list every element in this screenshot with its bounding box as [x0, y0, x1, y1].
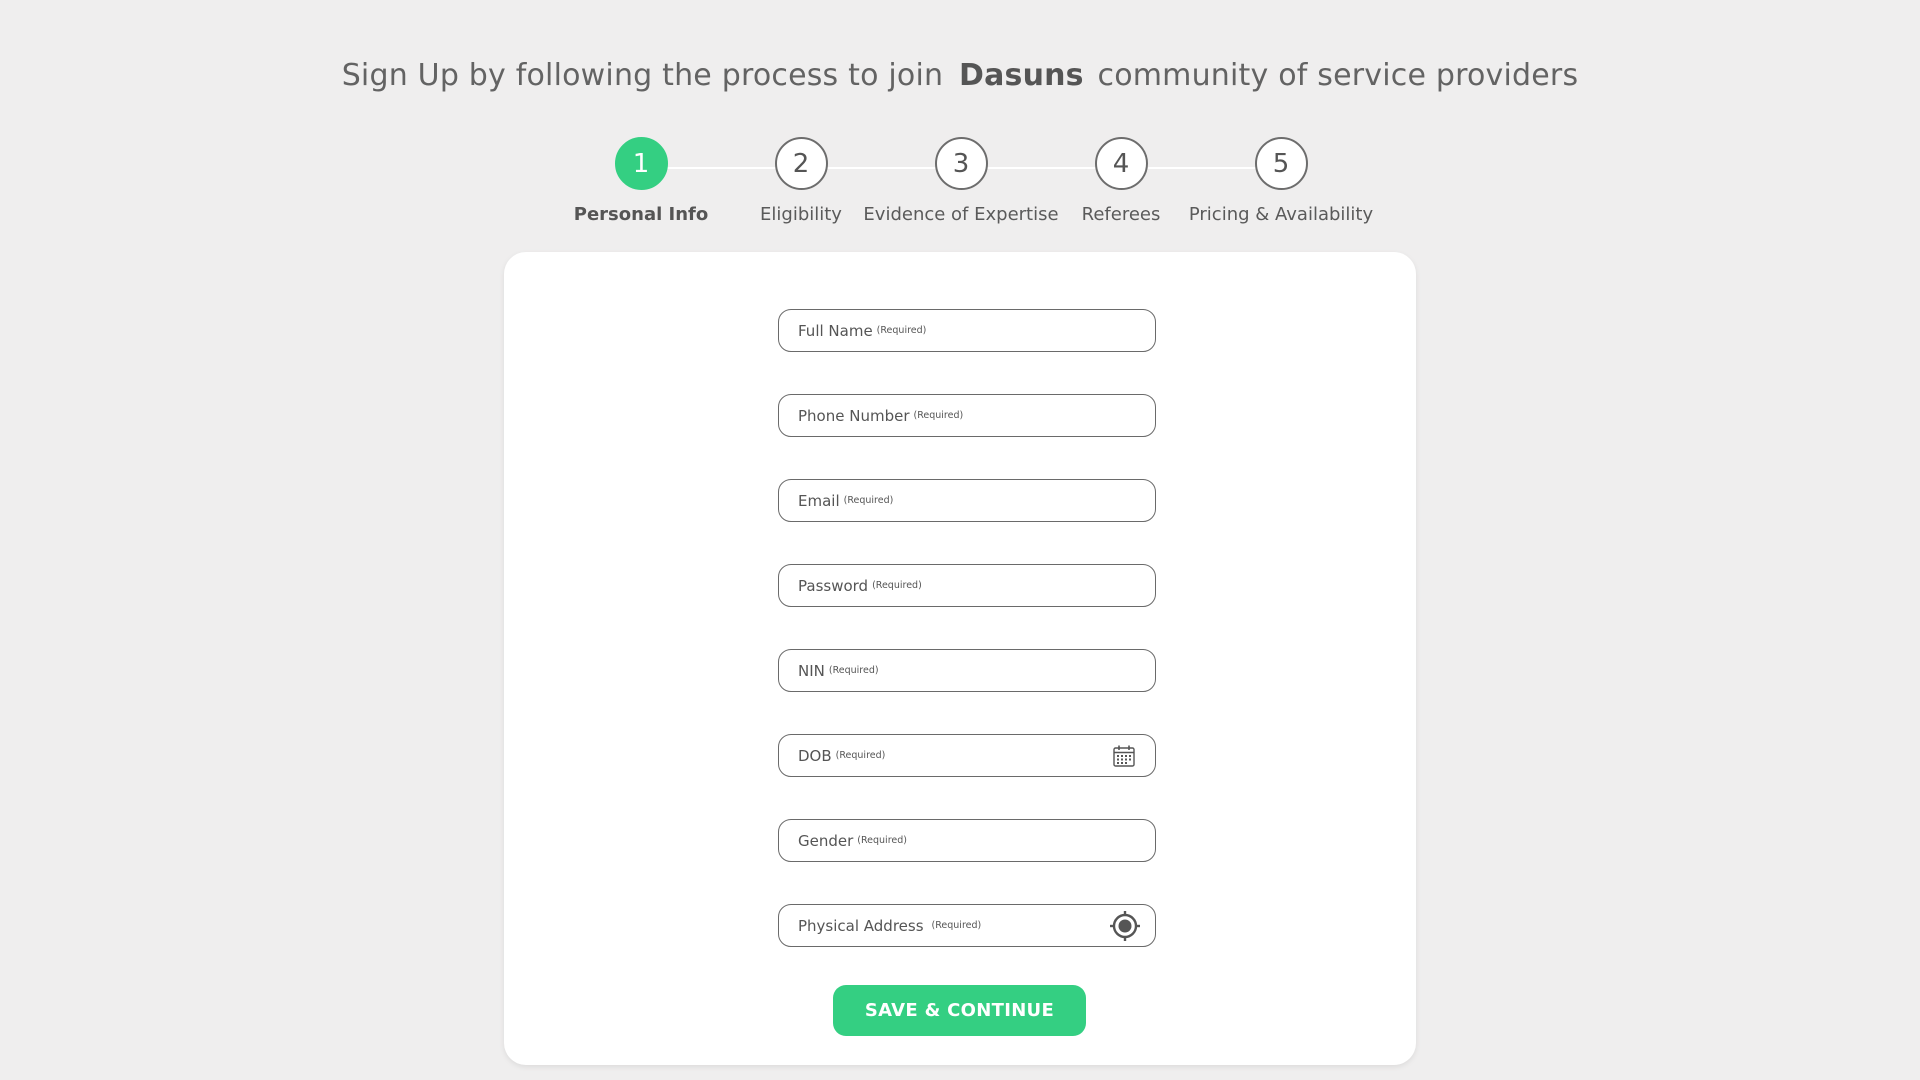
required-tag: (Required)	[931, 920, 982, 931]
step-number: 3	[934, 137, 988, 190]
brand-name: Dasuns	[958, 58, 1084, 93]
gender-field[interactable]: Gender (Required)	[778, 819, 1156, 862]
field-label: Gender	[798, 831, 854, 850]
step-pricing-availability[interactable]: 5 Pricing & Availability	[1151, 137, 1411, 225]
title-suffix: community of service providers	[1097, 58, 1579, 93]
dob-field[interactable]: DOB (Required)	[778, 734, 1156, 777]
full-name-field[interactable]: Full Name (Required)	[778, 309, 1156, 352]
field-label: Email	[798, 491, 840, 510]
physical-address-field[interactable]: Physical Address (Required)	[778, 904, 1156, 947]
required-tag: (Required)	[876, 325, 927, 336]
form-card: Full Name (Required) Phone Number (Requi…	[504, 252, 1416, 1065]
field-label: Physical Address	[798, 916, 924, 935]
page-title: Sign Up by following the process to join…	[0, 58, 1920, 93]
step-number: 5	[1254, 137, 1308, 190]
step-number: 2	[774, 137, 828, 190]
required-tag: (Required)	[857, 835, 907, 846]
step-label: Pricing & Availability	[1188, 204, 1374, 225]
save-continue-button[interactable]: SAVE & CONTINUE	[833, 985, 1086, 1036]
phone-number-field[interactable]: Phone Number (Required)	[778, 394, 1156, 437]
field-label: DOB	[798, 746, 832, 765]
required-tag: (Required)	[843, 495, 894, 506]
step-number: 4	[1094, 137, 1148, 190]
calendar-icon[interactable]	[1111, 743, 1137, 769]
password-field[interactable]: Password (Required)	[778, 564, 1156, 607]
required-tag: (Required)	[872, 580, 922, 591]
title-prefix: Sign Up by following the process to join	[341, 58, 944, 93]
required-tag: (Required)	[828, 665, 879, 676]
required-tag: (Required)	[913, 410, 964, 421]
field-label: Password	[798, 576, 869, 595]
email-field[interactable]: Email (Required)	[778, 479, 1156, 522]
field-label: NIN	[798, 661, 825, 680]
signup-page: Sign Up by following the process to join…	[0, 0, 1920, 1080]
step-number: 1	[614, 137, 668, 190]
nin-field[interactable]: NIN (Required)	[778, 649, 1156, 692]
required-tag: (Required)	[835, 750, 886, 761]
location-target-icon[interactable]	[1109, 910, 1141, 942]
field-label: Phone Number	[798, 406, 910, 425]
field-label: Full Name	[798, 321, 873, 340]
